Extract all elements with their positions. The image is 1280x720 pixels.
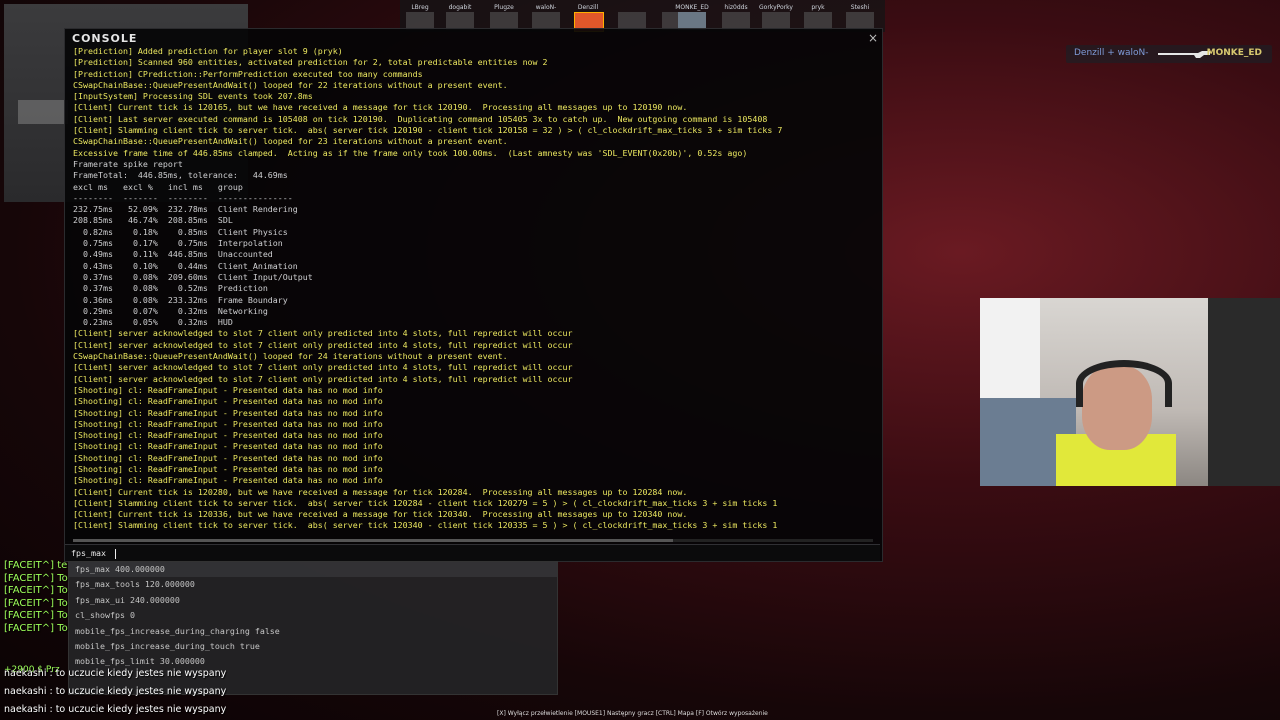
- player-name: waloN-: [535, 4, 557, 11]
- console-line: [Shooting] cl: ReadFrameInput - Presente…: [73, 396, 383, 407]
- autocomplete-item[interactable]: mobile_fps_increase_during_charging fals…: [69, 624, 557, 639]
- player-name: pryk: [811, 4, 825, 11]
- player-name: LBreg: [411, 4, 429, 11]
- console-line: 0.82ms 0.18% 0.85ms Client Physics: [73, 226, 288, 237]
- console-line: 0.29ms 0.07% 0.32ms Networking: [73, 305, 268, 316]
- chat-line: [FACEIT^] te: [4, 560, 68, 571]
- player-name: Denzill: [577, 4, 599, 11]
- console-line: CSwapChainBase::QueuePresentAndWait() lo…: [73, 136, 508, 147]
- console-line: [InputSystem] Processing SDL events took…: [73, 91, 313, 102]
- console-title: CONSOLE: [72, 32, 138, 45]
- killfeed-victim: MONKE_ED: [1206, 48, 1262, 58]
- autocomplete-item[interactable]: fps_max_ui 240.000000: [69, 593, 557, 608]
- close-icon[interactable]: ×: [868, 31, 878, 45]
- developer-console: CONSOLE × [Prediction] Added prediction …: [64, 28, 883, 562]
- chat-message: naekashi : to uczucie kiedy jestes nie w…: [4, 686, 227, 697]
- console-line: [Shooting] cl: ReadFrameInput - Presente…: [73, 463, 383, 474]
- game-chat: [FACEIT^] te [FACEIT^] To [FACEIT^] To [FAC…: [4, 560, 70, 676]
- console-line: FrameTotal: 446.85ms, tolerance: 44.69ms: [73, 170, 288, 181]
- chat-line: [FACEIT^] To: [4, 610, 68, 622]
- console-line: -------- ------- -------- --------------…: [73, 192, 293, 203]
- console-line: [Client] Current tick is 120165, but we …: [73, 102, 688, 113]
- console-line: [Shooting] cl: ReadFrameInput - Presente…: [73, 407, 383, 418]
- console-line: excl ms excl % incl ms group: [73, 181, 243, 192]
- chat-message: naekashi : to uczucie kiedy jestes nie w…: [4, 704, 227, 715]
- chat-line: [FACEIT^] To: [4, 572, 68, 584]
- console-input-text[interactable]: fps_max: [71, 548, 116, 559]
- console-line: 0.23ms 0.05% 0.32ms HUD: [73, 317, 233, 328]
- autocomplete-item[interactable]: fps_max_tools 120.000000: [69, 577, 557, 592]
- console-line: [Shooting] cl: ReadFrameInput - Presente…: [73, 475, 383, 486]
- chat-line: [FACEIT^] To: [4, 585, 68, 597]
- chat-line: [FACEIT^] To: [4, 597, 68, 609]
- console-line: [Shooting] cl: ReadFrameInput - Presente…: [73, 418, 383, 429]
- player-name: GorkyPorky: [759, 4, 793, 11]
- player-name: MONKE_ED: [675, 4, 709, 11]
- console-line: [Prediction] Added prediction for player…: [73, 46, 343, 56]
- player-name: dogabit: [448, 4, 472, 11]
- console-line: 232.75ms 52.09% 232.78ms Client Renderin…: [73, 204, 298, 215]
- autocomplete-item[interactable]: mobile_fps_increase_during_touch true: [69, 639, 557, 654]
- console-line: [Shooting] cl: ReadFrameInput - Presente…: [73, 430, 383, 441]
- console-line: [Client] server acknowledged to slot 7 c…: [73, 339, 573, 350]
- autocomplete-item[interactable]: fps_max 400.000000: [69, 562, 557, 578]
- chat-line: [FACEIT^] To: [4, 622, 68, 634]
- console-line: 0.75ms 0.17% 0.75ms Interpolation: [73, 238, 283, 249]
- console-line: [Shooting] cl: ReadFrameInput - Presente…: [73, 452, 383, 463]
- player-name: hiz0dds: [724, 4, 748, 11]
- console-line: [Shooting] cl: ReadFrameInput - Presente…: [73, 384, 383, 395]
- console-line: [Client] Slamming client tick to server …: [73, 520, 778, 531]
- autocomplete-item[interactable]: cl_showfps 0: [69, 608, 557, 623]
- console-line: [Client] Current tick is 120280, but we …: [73, 486, 688, 497]
- scrollbar-thumb[interactable]: [73, 539, 673, 542]
- console-line: [Client] Slamming client tick to server …: [73, 125, 783, 136]
- console-line: [Client] server acknowledged to slot 7 c…: [73, 362, 573, 373]
- streamer-webcam: [980, 298, 1280, 486]
- console-line: [Client] Slamming client tick to server …: [73, 497, 778, 508]
- webcam-background-shelf: [1208, 298, 1280, 486]
- console-line: 208.85ms 46.74% 208.85ms SDL: [73, 215, 233, 226]
- console-input[interactable]: fps_max: [65, 544, 880, 561]
- console-line: [Client] Current tick is 120336, but we …: [73, 509, 688, 520]
- console-line: 0.49ms 0.11% 446.85ms Unaccounted: [73, 249, 273, 260]
- weapon-silhouette: [18, 100, 68, 124]
- console-line: Excessive frame time of 446.85ms clamped…: [73, 147, 748, 158]
- text-cursor: [114, 548, 116, 559]
- console-line: Framerate spike report: [73, 158, 183, 169]
- player-name: Plugze: [494, 4, 514, 11]
- console-line: 0.37ms 0.08% 209.60ms Client Input/Outpu…: [73, 271, 313, 282]
- console-line: CSwapChainBase::QueuePresentAndWait() lo…: [73, 79, 508, 90]
- console-line: 0.37ms 0.08% 0.52ms Prediction: [73, 283, 268, 294]
- console-line: [Client] server acknowledged to slot 7 c…: [73, 373, 573, 384]
- console-line: [Shooting] cl: ReadFrameInput - Presente…: [73, 441, 383, 452]
- horizontal-scrollbar[interactable]: [73, 539, 873, 542]
- player-name: Steshi: [850, 4, 870, 11]
- console-line: [Client] Last server executed command is…: [73, 113, 768, 124]
- console-line: CSwapChainBase::QueuePresentAndWait() lo…: [73, 351, 508, 362]
- headset-icon: [1076, 360, 1172, 407]
- killfeed-attacker: Denzill + waloN-: [1074, 48, 1149, 58]
- killfeed-entry: Denzill + waloN- MONKE_ED: [1066, 45, 1272, 63]
- console-line: 0.36ms 0.08% 233.32ms Frame Boundary: [73, 294, 288, 305]
- console-line: 0.43ms 0.10% 0.44ms Client_Animation: [73, 260, 298, 271]
- console-line: [Client] server acknowledged to slot 7 c…: [73, 328, 573, 339]
- console-line: [Prediction] Scanned 960 entities, activ…: [73, 57, 548, 68]
- console-line: [Prediction] CPrediction::PerformPredict…: [73, 68, 423, 79]
- chat-message: naekashi : to uczucie kiedy jestes nie w…: [4, 668, 227, 679]
- console-log[interactable]: [Prediction] Added prediction for player…: [73, 46, 881, 534]
- spectator-controls-hint: [X] Wyłącz przełwietlenie [MOUSE1] Nastę…: [497, 710, 768, 717]
